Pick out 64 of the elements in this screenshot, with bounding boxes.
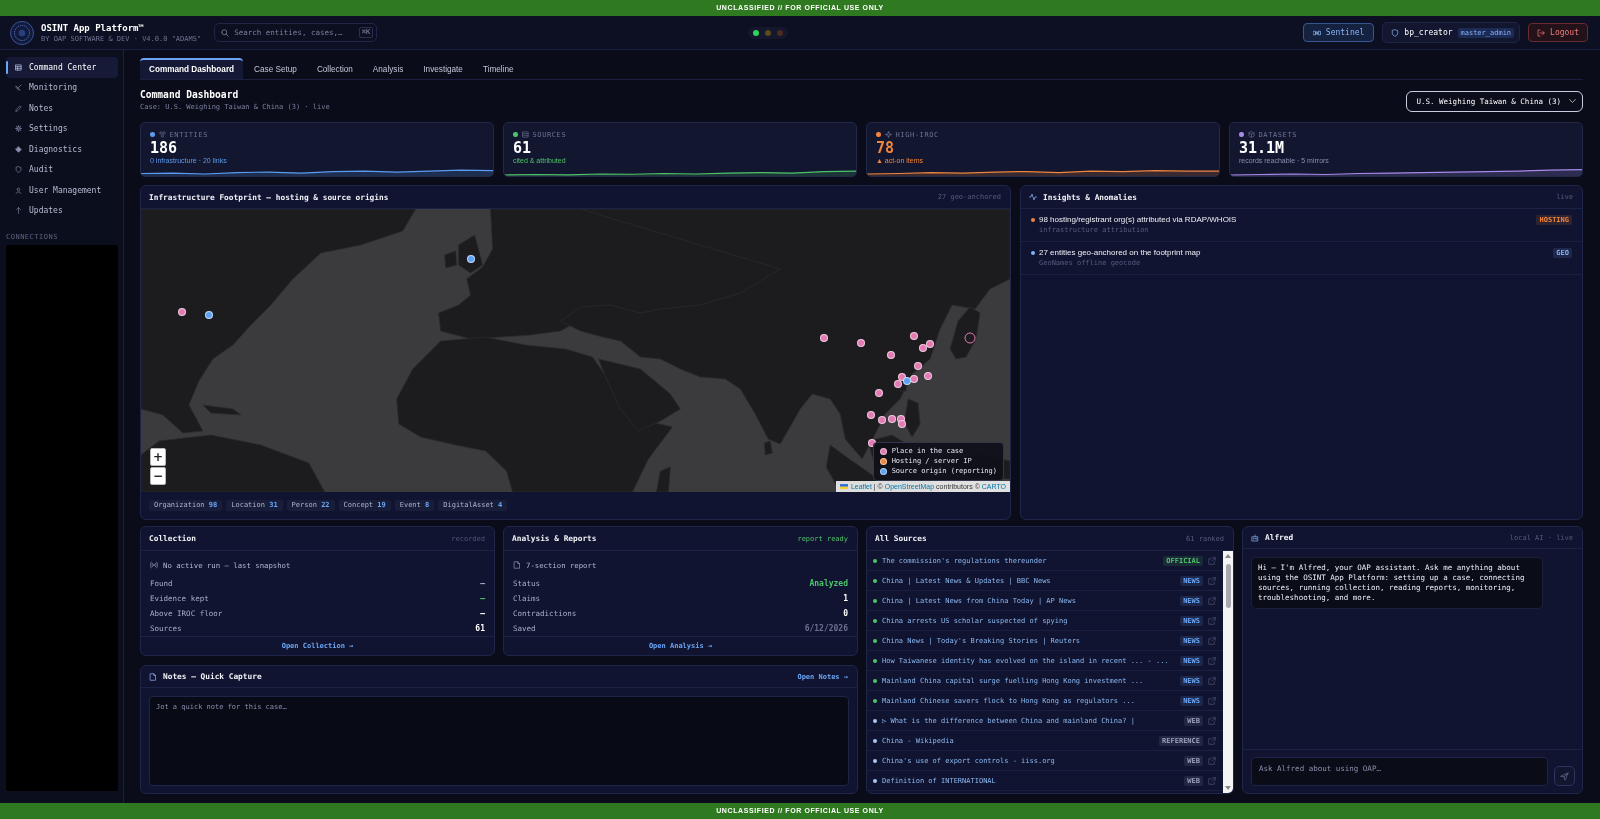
field-value: — (480, 579, 485, 588)
broadcast-icon (150, 561, 158, 569)
satellite-icon (1312, 28, 1321, 37)
search-icon (221, 28, 230, 37)
nav-item[interactable]: Audit (6, 159, 118, 180)
nav-item[interactable]: User Management (6, 180, 118, 201)
scrollbar[interactable] (1223, 551, 1233, 793)
stat-value: 61 (513, 140, 532, 156)
cube-icon (1247, 131, 1255, 138)
gear-icon (15, 125, 22, 133)
tab[interactable]: Investigate (414, 58, 472, 79)
sentinel-button[interactable]: Sentinel (1302, 23, 1375, 42)
tab[interactable]: Timeline (473, 58, 523, 79)
document-icon (149, 672, 157, 681)
user-icon (15, 186, 22, 194)
user-name: bp_creator (1404, 28, 1453, 37)
field-value: Analyzed (809, 579, 848, 588)
logout-icon (1537, 28, 1546, 37)
cluster-icon (158, 131, 166, 138)
tab[interactable]: Analysis (363, 58, 413, 79)
field-value: — (480, 594, 485, 603)
field-value: 61 (475, 624, 485, 633)
robot-icon (1251, 533, 1259, 542)
scrollbar-thumb[interactable] (1225, 564, 1231, 608)
zoom-button[interactable]: + (150, 448, 166, 466)
table-icon (521, 131, 529, 138)
dashboard-icon (15, 63, 22, 71)
pencil-icon (15, 104, 22, 112)
chevron-down-icon (1569, 99, 1576, 103)
page-title: Command Dashboard (140, 89, 239, 101)
diamond-icon (15, 145, 22, 153)
field-value: 1 (843, 594, 848, 603)
arrow-up-icon (15, 207, 22, 215)
send-icon (1560, 771, 1569, 781)
tab[interactable]: Collection (307, 58, 362, 79)
nav-item[interactable]: Diagnostics (6, 139, 118, 160)
scroll-down-icon[interactable] (1225, 786, 1231, 790)
emblem-logo-icon[interactable] (10, 20, 34, 45)
document-icon (513, 561, 521, 569)
scroll-up-icon[interactable] (1225, 554, 1231, 558)
field-value: 0 (843, 609, 848, 618)
nav-item[interactable]: Notes (6, 98, 118, 119)
nav-item[interactable]: Settings (6, 118, 118, 139)
insight-text: 27 entities geo-anchored on the footprint map (1039, 248, 1201, 258)
crosshair-icon (884, 131, 892, 138)
pulse-icon (1029, 193, 1037, 201)
shield-icon (15, 166, 22, 174)
zoom-button[interactable]: − (150, 467, 166, 485)
stat-value: 186 (150, 140, 178, 156)
shield-icon (1391, 28, 1400, 37)
nav-item[interactable]: Command Center (6, 57, 118, 78)
satellite-dish-icon (15, 84, 22, 92)
app-title: OSINT App Platform™ (41, 22, 144, 34)
nav-item[interactable]: Updates (6, 200, 118, 221)
flag-icon (839, 483, 848, 490)
field-value: 6/12/2026 (804, 624, 848, 633)
field-value: — (480, 609, 485, 618)
nav-item[interactable]: Monitoring (6, 77, 118, 98)
insight-text: 98 hosting/registrant org(s) attributed via RDAP/WHOIS (1039, 215, 1237, 225)
logout-button[interactable]: Logout (1528, 23, 1588, 42)
tab[interactable]: Case Setup (245, 58, 306, 79)
stat-value: 78 (876, 140, 895, 156)
stat-value: 31.1M (1239, 140, 1285, 156)
tab[interactable]: Command Dashboard (140, 58, 244, 79)
